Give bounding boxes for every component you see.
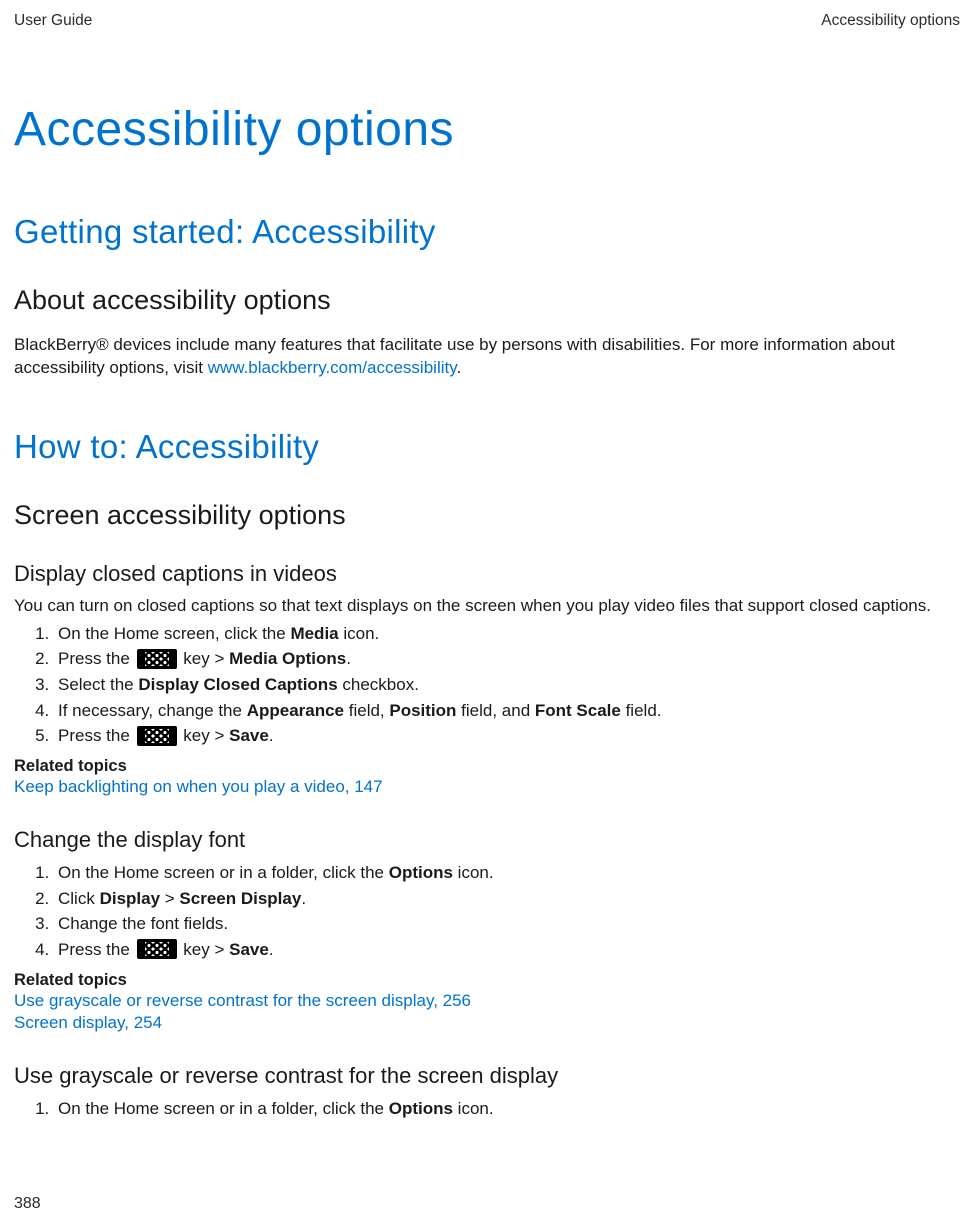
list-item: Click Display > Screen Display. bbox=[54, 887, 960, 912]
list-item: On the Home screen or in a folder, click… bbox=[54, 1097, 960, 1122]
closed-captions-steps: On the Home screen, click the Media icon… bbox=[14, 622, 960, 749]
about-accessibility-paragraph: BlackBerry® devices include many feature… bbox=[14, 334, 960, 380]
page-header: User Guide Accessibility options bbox=[14, 12, 960, 30]
page-number: 388 bbox=[14, 1195, 41, 1213]
list-item: If necessary, change the Appearance fiel… bbox=[54, 699, 960, 724]
related-topics-heading: Related topics bbox=[14, 757, 960, 776]
accessibility-link[interactable]: www.blackberry.com/accessibility bbox=[208, 358, 457, 377]
list-item: Press the key > Media Options. bbox=[54, 647, 960, 672]
list-item: Select the Display Closed Captions check… bbox=[54, 673, 960, 698]
topic-grayscale-contrast: Use grayscale or reverse contrast for th… bbox=[14, 1063, 960, 1089]
related-link-backlighting[interactable]: Keep backlighting on when you play a vid… bbox=[14, 776, 960, 799]
related-link-grayscale[interactable]: Use grayscale or reverse contrast for th… bbox=[14, 990, 960, 1013]
header-right: Accessibility options bbox=[821, 12, 960, 30]
related-link-screen-display[interactable]: Screen display, 254 bbox=[14, 1012, 960, 1035]
blackberry-key-icon bbox=[137, 649, 177, 669]
subsection-about-accessibility: About accessibility options bbox=[14, 285, 960, 316]
change-font-steps: On the Home screen or in a folder, click… bbox=[14, 861, 960, 963]
list-item: Press the key > Save. bbox=[54, 724, 960, 749]
list-item: Press the key > Save. bbox=[54, 938, 960, 963]
closed-captions-intro: You can turn on closed captions so that … bbox=[14, 595, 960, 618]
list-item: Change the font fields. bbox=[54, 912, 960, 937]
topic-change-font: Change the display font bbox=[14, 827, 960, 853]
header-left: User Guide bbox=[14, 12, 92, 30]
list-item: On the Home screen, click the Media icon… bbox=[54, 622, 960, 647]
topic-closed-captions: Display closed captions in videos bbox=[14, 561, 960, 587]
section-getting-started: Getting started: Accessibility bbox=[14, 213, 960, 251]
section-how-to: How to: Accessibility bbox=[14, 428, 960, 466]
grayscale-steps: On the Home screen or in a folder, click… bbox=[14, 1097, 960, 1122]
blackberry-key-icon bbox=[137, 939, 177, 959]
list-item: On the Home screen or in a folder, click… bbox=[54, 861, 960, 886]
related-topics-heading: Related topics bbox=[14, 971, 960, 990]
about-text-post: . bbox=[456, 358, 461, 377]
page-title: Accessibility options bbox=[14, 102, 960, 157]
subsection-screen-accessibility: Screen accessibility options bbox=[14, 500, 960, 531]
blackberry-key-icon bbox=[137, 726, 177, 746]
